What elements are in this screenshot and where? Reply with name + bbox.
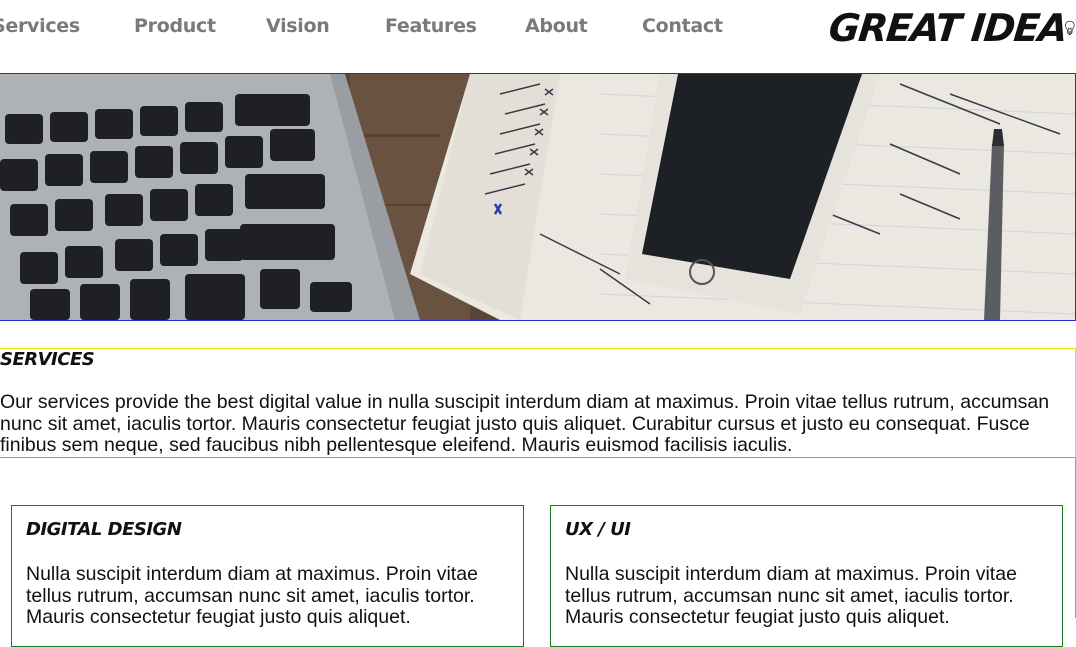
card-digital-design: DIGITAL DESIGN Nulla suscipit interdum d…: [11, 505, 524, 647]
card-ux-ui: UX / UI Nulla suscipit interdum diam at …: [550, 505, 1063, 647]
services-description: Our services provide the best digital va…: [0, 391, 1050, 456]
card-title: DIGITAL DESIGN: [26, 519, 182, 540]
site-logo[interactable]: GREAT IDEA: [826, 2, 1076, 54]
nav-link-product[interactable]: Product: [134, 15, 216, 37]
services-section: SERVICES Our services provide the best d…: [0, 348, 1076, 458]
nav-link-features[interactable]: Features: [385, 15, 477, 37]
card-text: Nulla suscipit interdum diam at maximus.…: [26, 563, 478, 628]
services-title: SERVICES: [0, 349, 95, 370]
card-text: Nulla suscipit interdum diam at maximus.…: [565, 563, 1017, 628]
top-navigation: Services Product Vision Features About C…: [0, 0, 1076, 73]
nav-link-contact[interactable]: Contact: [642, 15, 723, 37]
hero-image: [0, 73, 1076, 321]
nav-link-about[interactable]: About: [525, 15, 588, 37]
nav-link-services[interactable]: Services: [0, 15, 80, 37]
nav-link-vision[interactable]: Vision: [266, 15, 330, 37]
card-title: UX / UI: [565, 519, 631, 540]
hero-illustration: [0, 74, 1075, 320]
logo-text: GREAT IDEA: [826, 6, 1069, 50]
